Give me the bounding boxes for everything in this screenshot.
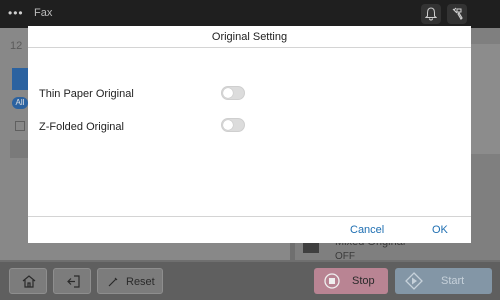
toggle-knob <box>223 88 233 98</box>
app-title: Fax <box>34 7 53 19</box>
wrench-icon[interactable] <box>447 4 467 24</box>
start-icon <box>405 272 423 290</box>
background-checkbox <box>15 121 25 131</box>
stop-icon <box>324 273 340 289</box>
original-setting-dialog: Original Setting Thin Paper Original Z-F… <box>28 26 471 243</box>
menu-icon[interactable]: ••• <box>8 6 30 22</box>
home-icon <box>22 275 36 288</box>
cancel-button[interactable]: Cancel <box>350 224 384 236</box>
dialog-title: Original Setting <box>28 26 471 48</box>
thin-paper-original-label: Thin Paper Original <box>39 88 134 100</box>
stop-label: Stop <box>352 275 375 287</box>
start-button[interactable]: Start <box>395 268 492 294</box>
stop-button[interactable]: Stop <box>314 268 388 294</box>
dialog-divider <box>28 216 471 217</box>
logout-icon <box>67 275 80 288</box>
background-row <box>10 140 30 158</box>
reset-button[interactable]: Reset <box>97 268 163 294</box>
top-bar: ••• Fax <box>0 0 500 28</box>
start-label: Start <box>441 275 465 287</box>
background-all-pill: All <box>12 97 28 109</box>
reset-icon <box>108 277 118 287</box>
bottom-bar: Reset Stop Start <box>0 262 500 300</box>
bell-icon[interactable] <box>421 4 441 24</box>
mixed-original-value: OFF <box>335 251 355 262</box>
background-number: 12 <box>10 40 23 52</box>
background-right-tile <box>470 44 500 154</box>
toggle-knob <box>223 120 233 130</box>
ok-button[interactable]: OK <box>432 224 448 236</box>
z-folded-original-label: Z-Folded Original <box>39 121 124 133</box>
background-blue-tab <box>12 68 28 90</box>
home-button[interactable] <box>9 268 47 294</box>
reset-label: Reset <box>126 276 155 288</box>
thin-paper-original-toggle[interactable] <box>221 86 245 100</box>
z-folded-original-toggle[interactable] <box>221 118 245 132</box>
logout-button[interactable] <box>53 268 91 294</box>
